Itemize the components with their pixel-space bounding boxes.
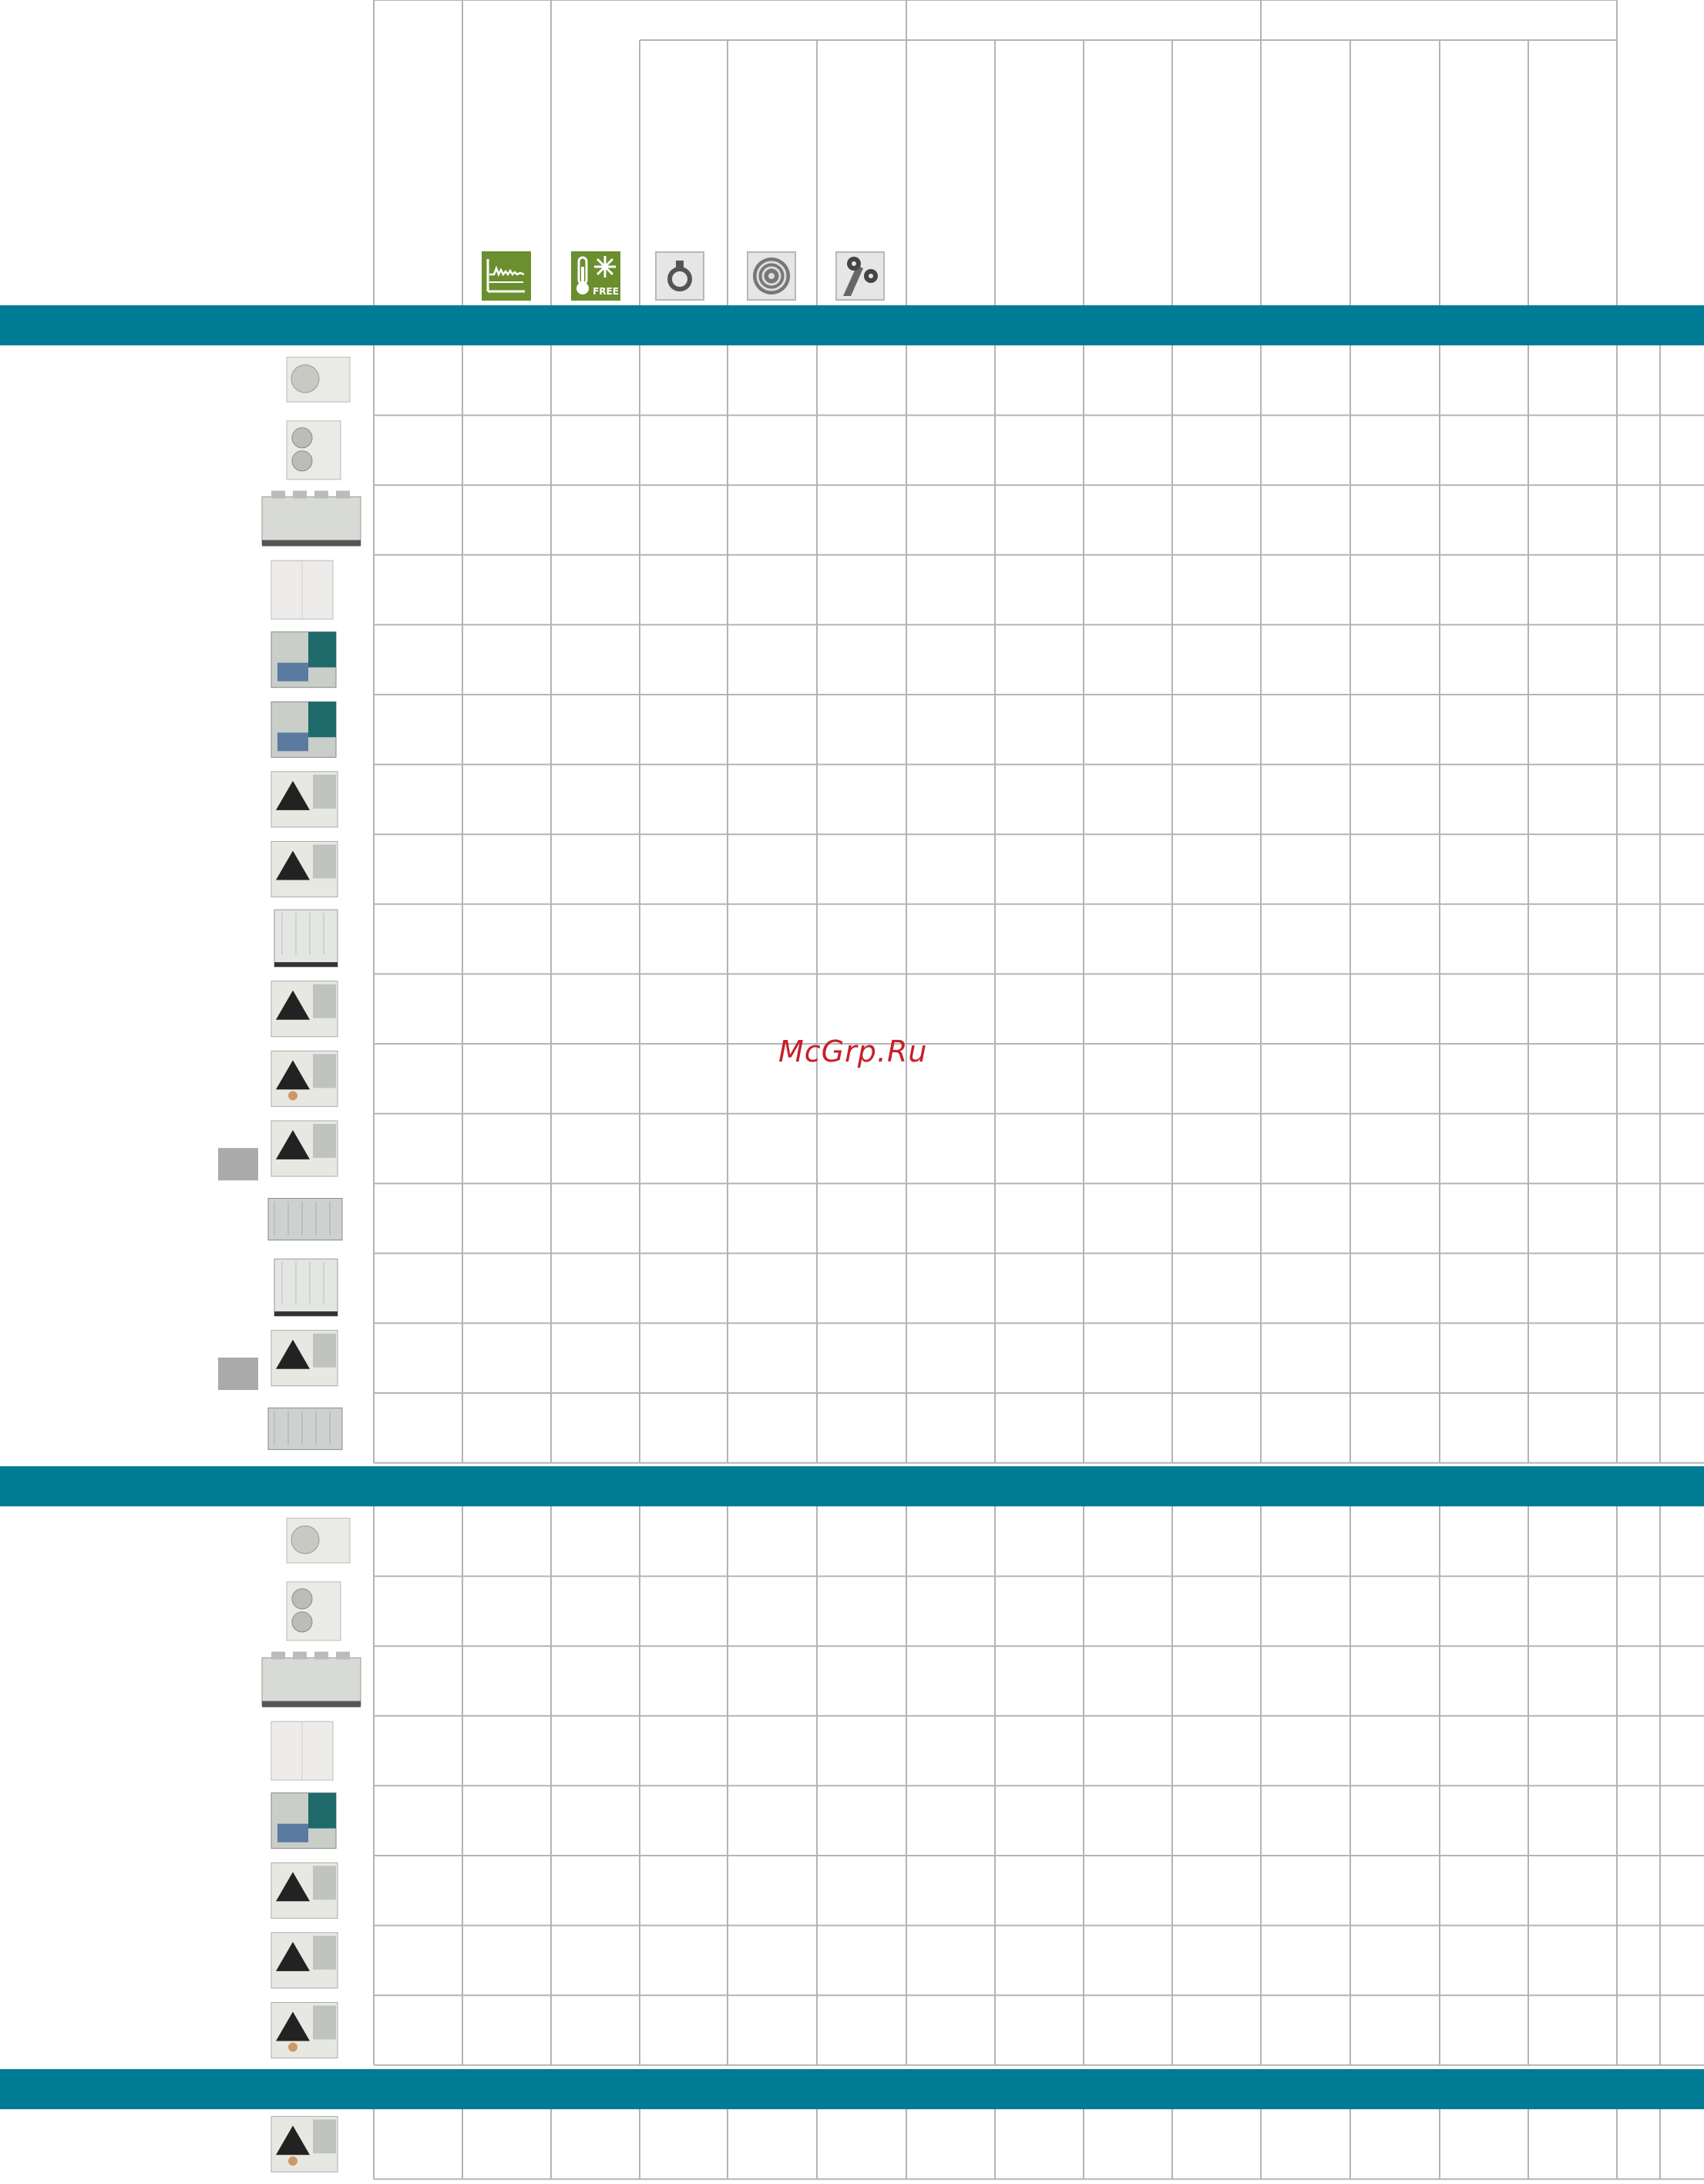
product-thumbnail (271, 771, 338, 828)
product-thumbnail (271, 1862, 338, 1919)
watermark: McGrp.Ru (778, 1035, 928, 1068)
product-thumbnail (267, 1198, 343, 1240)
product-thumbnail (271, 1120, 338, 1177)
section-band (0, 305, 1704, 345)
product-thumbnail (271, 841, 338, 897)
product-thumbnail (274, 909, 338, 967)
product-thumbnail (271, 1330, 338, 1387)
note-marker (218, 1148, 258, 1181)
product-thumbnail (271, 701, 337, 758)
centrifugal-gears-icon (835, 251, 885, 301)
product-thumbnail (261, 1651, 361, 1708)
product-thumbnail (286, 1581, 341, 1641)
product-thumbnail (271, 1932, 338, 1989)
product-thumbnail (271, 1721, 334, 1781)
product-thumbnail (274, 1258, 338, 1317)
product-thumbnail (286, 1517, 351, 1563)
product-thumbnail (261, 490, 361, 547)
product-thumbnail (267, 1407, 343, 1450)
selection-table (0, 0, 1704, 2180)
product-thumbnail (271, 1792, 337, 1849)
free-label: FREE (593, 286, 619, 297)
product-thumbnail (271, 2002, 338, 2058)
section-band (0, 2069, 1704, 2109)
product-thumbnail (286, 356, 351, 402)
product-thumbnail (286, 420, 341, 480)
product-thumbnail (271, 631, 337, 688)
note-marker (218, 1358, 258, 1390)
product-thumbnail (271, 981, 338, 1038)
section-band (0, 1466, 1704, 1506)
product-thumbnail (271, 560, 334, 620)
product-thumbnail (271, 1050, 338, 1107)
free-cooling-icon: FREE (571, 251, 620, 301)
capacity-curve-icon (482, 251, 531, 301)
scroll-compressor-icon (747, 251, 796, 301)
screw-compressor-icon (655, 251, 704, 301)
product-thumbnail (271, 2115, 338, 2172)
